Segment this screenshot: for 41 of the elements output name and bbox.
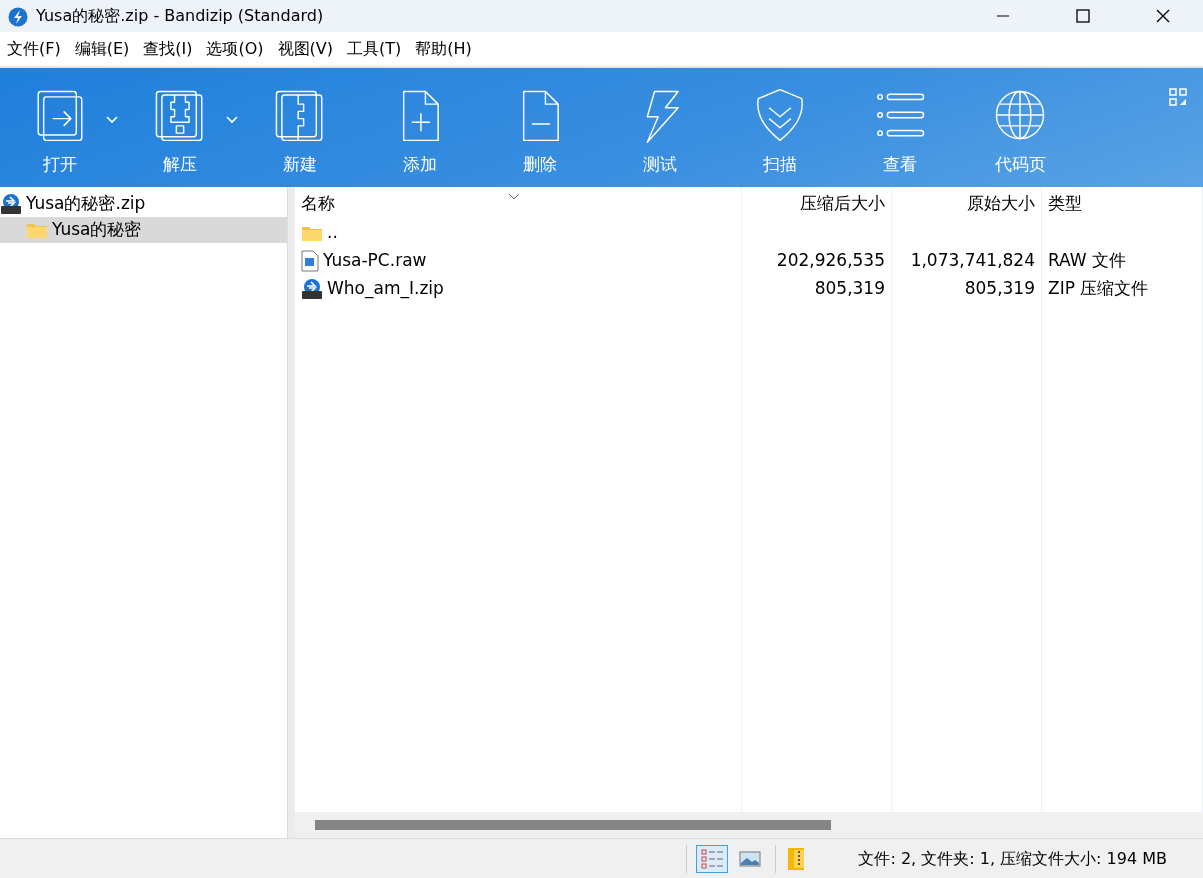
minimize-icon (996, 15, 1010, 17)
close-icon (1156, 9, 1170, 23)
table-cell-text: 805,319 (964, 277, 1035, 301)
table-cell-text: ZIP 压缩文件 (1048, 277, 1149, 301)
menu-item[interactable]: 视图(V) (270, 37, 340, 61)
toolbar-button[interactable]: 新建 (240, 68, 360, 187)
menu-item[interactable]: 文件(F) (0, 37, 68, 61)
column-header[interactable]: 原始大小 (892, 187, 1042, 219)
window-title: Yusa的秘密.zip - Bandizip (Standard) (35, 5, 325, 27)
layout-icon[interactable] (1169, 87, 1187, 106)
view-toggle-button[interactable] (696, 844, 729, 873)
tree-item[interactable]: Yusa的秘密 (0, 217, 287, 243)
table-cell-text: 1,073,741,824 (910, 249, 1035, 273)
status-text: 文件: 2, 文件夹: 1, 压缩文件大小: 194 MB (857, 847, 1168, 870)
zip-file-icon (0, 193, 22, 215)
column-header[interactable]: 类型 (1042, 187, 1203, 219)
zip-file-icon (301, 278, 323, 300)
image-file-icon (301, 250, 319, 272)
maximize-icon (1076, 9, 1090, 23)
column-header[interactable]: 压缩后大小 (742, 187, 892, 219)
table-cell[interactable]: Who_am_I.zip (327, 276, 444, 302)
horizontal-scrollbar[interactable] (295, 812, 1203, 838)
toolbar-button[interactable]: 添加 (360, 68, 480, 187)
menu-item[interactable]: 帮助(H) (408, 37, 479, 61)
app-logo-icon (8, 6, 28, 27)
menu-item[interactable]: 编辑(E) (67, 37, 137, 61)
column-header[interactable]: 名称 (295, 187, 742, 219)
folder-icon (301, 224, 323, 242)
table-cell-text: RAW 文件 (1048, 249, 1127, 273)
table-cell-text: 805,319 (814, 277, 885, 301)
menu-item[interactable]: 查找(I) (136, 37, 200, 61)
tree-item[interactable]: Yusa的秘密.zip (0, 191, 287, 217)
sort-caret-icon (507, 191, 521, 201)
table-cell[interactable]: .. (327, 220, 338, 246)
table-cell-text: 202,926,535 (776, 249, 885, 273)
folder-icon (26, 221, 48, 239)
menu-item[interactable]: 工具(T) (340, 37, 409, 61)
menu-item[interactable]: 选项(O) (199, 37, 271, 61)
toolbar-button[interactable]: 解压 (120, 68, 240, 187)
toolbar-button[interactable]: 打开 (0, 68, 120, 187)
table-cell[interactable]: Yusa-PC.raw (323, 248, 427, 274)
